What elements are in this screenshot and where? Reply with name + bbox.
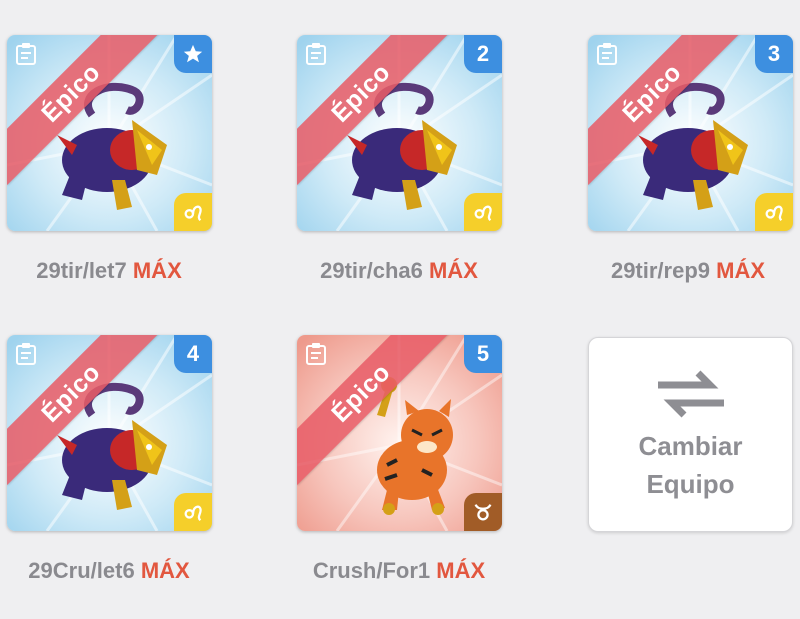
clipboard-icon	[16, 343, 36, 365]
slot-number-badge: 3	[755, 35, 793, 73]
card-label-1: 29tir/let7 MÁX	[0, 258, 239, 284]
clipboard-icon	[306, 343, 326, 365]
change-team-line-1: Cambiar	[638, 430, 743, 461]
level-badge: MÁX	[140, 558, 190, 583]
element-badge	[464, 493, 502, 531]
element-badge	[464, 193, 502, 231]
leo-icon	[765, 205, 783, 222]
team-card-1[interactable]: Épico	[7, 35, 212, 231]
leader-star-badge	[174, 35, 212, 73]
element-badge	[174, 493, 212, 531]
card-label-5: Crush/For1 MÁX	[269, 558, 529, 584]
team-card-5[interactable]: Épico 5	[297, 335, 502, 531]
swap-arrows-icon	[657, 370, 724, 417]
level-badge: MÁX	[132, 258, 182, 283]
monster-name: 29tir/cha6	[320, 258, 423, 283]
level-badge: MÁX	[716, 258, 766, 283]
clipboard-icon	[306, 43, 326, 65]
element-badge	[755, 193, 793, 231]
level-badge: MÁX	[428, 258, 478, 283]
change-team-line-2: Equipo	[646, 468, 735, 499]
slot-number-badge: 4	[174, 335, 212, 373]
team-card-3[interactable]: Épico 3	[588, 35, 793, 231]
clipboard-icon	[16, 43, 36, 65]
card-label-4: 29Cru/let6 MÁX	[0, 558, 239, 584]
element-badge	[174, 193, 212, 231]
card-label-2: 29tir/cha6 MÁX	[269, 258, 529, 284]
team-card-4[interactable]: Épico 4	[7, 335, 212, 531]
monster-name: 29tir/rep9	[610, 258, 711, 283]
team-card-2[interactable]: Épico 2	[297, 35, 502, 231]
monster-name: 29tir/let7	[36, 258, 127, 283]
leo-icon	[184, 205, 202, 222]
taurus-icon	[474, 504, 492, 521]
slot-number-badge: 2	[464, 35, 502, 73]
leo-icon	[474, 205, 492, 222]
change-team-label: Cambiar Equipo	[638, 427, 742, 503]
card-label-3: 29tir/rep9 MÁX	[558, 258, 800, 284]
change-team-button[interactable]: Cambiar Equipo	[588, 337, 793, 532]
monster-name: 29Cru/let6	[28, 558, 135, 583]
slot-number-badge: 5	[464, 335, 502, 373]
level-badge: MÁX	[436, 558, 486, 583]
leo-icon	[184, 505, 202, 522]
clipboard-icon	[597, 43, 617, 65]
monster-name: Crush/For1	[312, 558, 431, 583]
star-icon	[183, 44, 203, 63]
